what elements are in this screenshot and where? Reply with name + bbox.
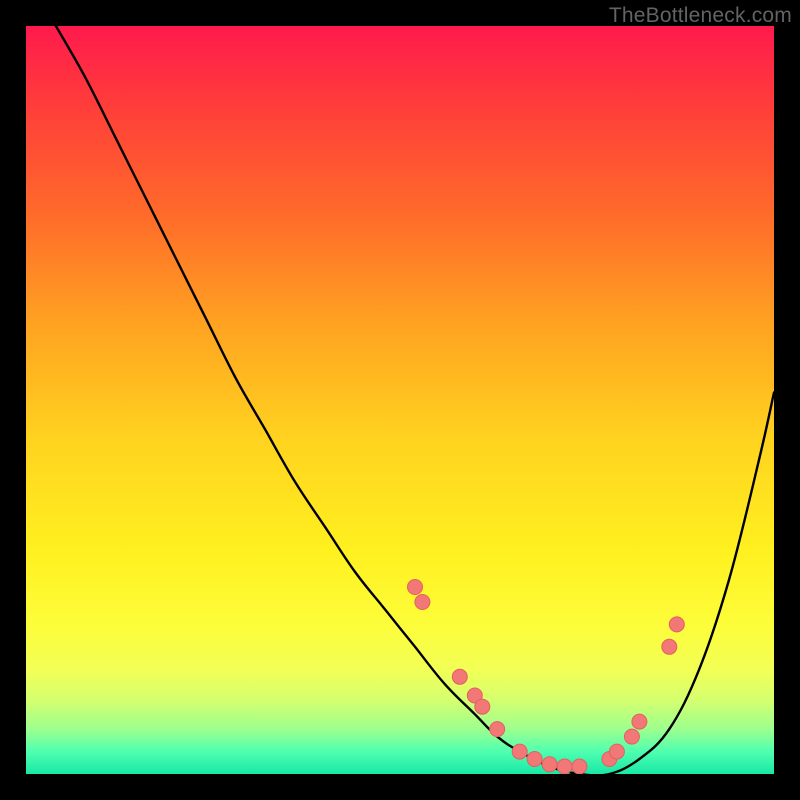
highlight-dot	[512, 744, 527, 759]
highlight-dot	[542, 757, 557, 772]
bottleneck-curve	[56, 26, 774, 774]
curve-layer	[26, 26, 774, 774]
highlight-dot	[624, 729, 639, 744]
highlight-dot	[572, 759, 587, 774]
highlight-dot	[408, 580, 423, 595]
highlight-dot	[415, 595, 430, 610]
highlight-dot	[467, 688, 482, 703]
highlight-dots	[408, 580, 685, 775]
highlight-dot	[452, 669, 467, 684]
plot-area	[26, 26, 774, 774]
highlight-dot	[669, 617, 684, 632]
highlight-dot	[490, 722, 505, 737]
highlight-dot	[475, 699, 490, 714]
highlight-dot	[632, 714, 647, 729]
highlight-dot	[609, 744, 624, 759]
highlight-dot	[662, 639, 677, 654]
chart-frame: TheBottleneck.com	[0, 0, 800, 800]
watermark-text: TheBottleneck.com	[609, 4, 792, 28]
highlight-dot	[557, 759, 572, 774]
highlight-dot	[602, 752, 617, 767]
highlight-dot	[527, 752, 542, 767]
